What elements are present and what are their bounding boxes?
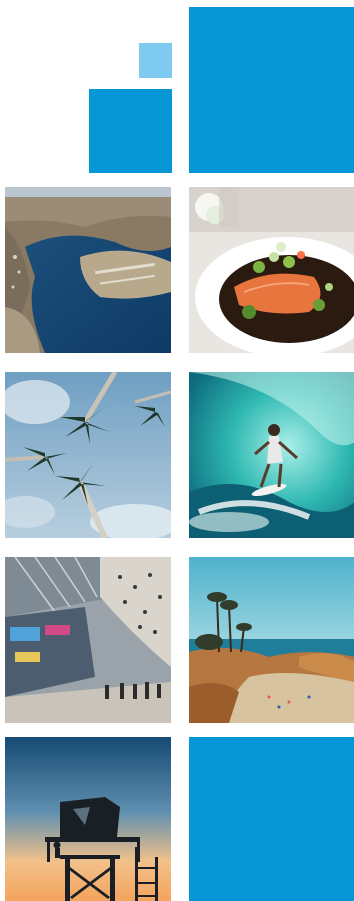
- photo-aerial-bay[interactable]: [5, 187, 171, 353]
- salmon-dish-image: [189, 187, 354, 353]
- coastal-beach-image: [189, 557, 354, 723]
- blue-panel-bottom: [189, 737, 354, 901]
- photo-mall-interior[interactable]: [5, 557, 171, 723]
- photo-salmon-dish[interactable]: [189, 187, 354, 353]
- mall-interior-image: [5, 557, 171, 723]
- photo-coastal-beach[interactable]: [189, 557, 354, 723]
- photo-palm-trees[interactable]: [5, 372, 171, 538]
- photo-lifeguard-tower[interactable]: [5, 737, 171, 901]
- palm-trees-image: [5, 372, 171, 538]
- surfer-wave-image: [189, 372, 354, 538]
- photo-grid: [0, 0, 354, 901]
- decorative-square: [89, 89, 172, 173]
- decorative-square-small: [139, 43, 172, 78]
- blue-panel-top: [189, 7, 354, 173]
- photo-surfer-wave[interactable]: [189, 372, 354, 538]
- lifeguard-tower-image: [5, 737, 171, 901]
- aerial-bay-image: [5, 187, 171, 353]
